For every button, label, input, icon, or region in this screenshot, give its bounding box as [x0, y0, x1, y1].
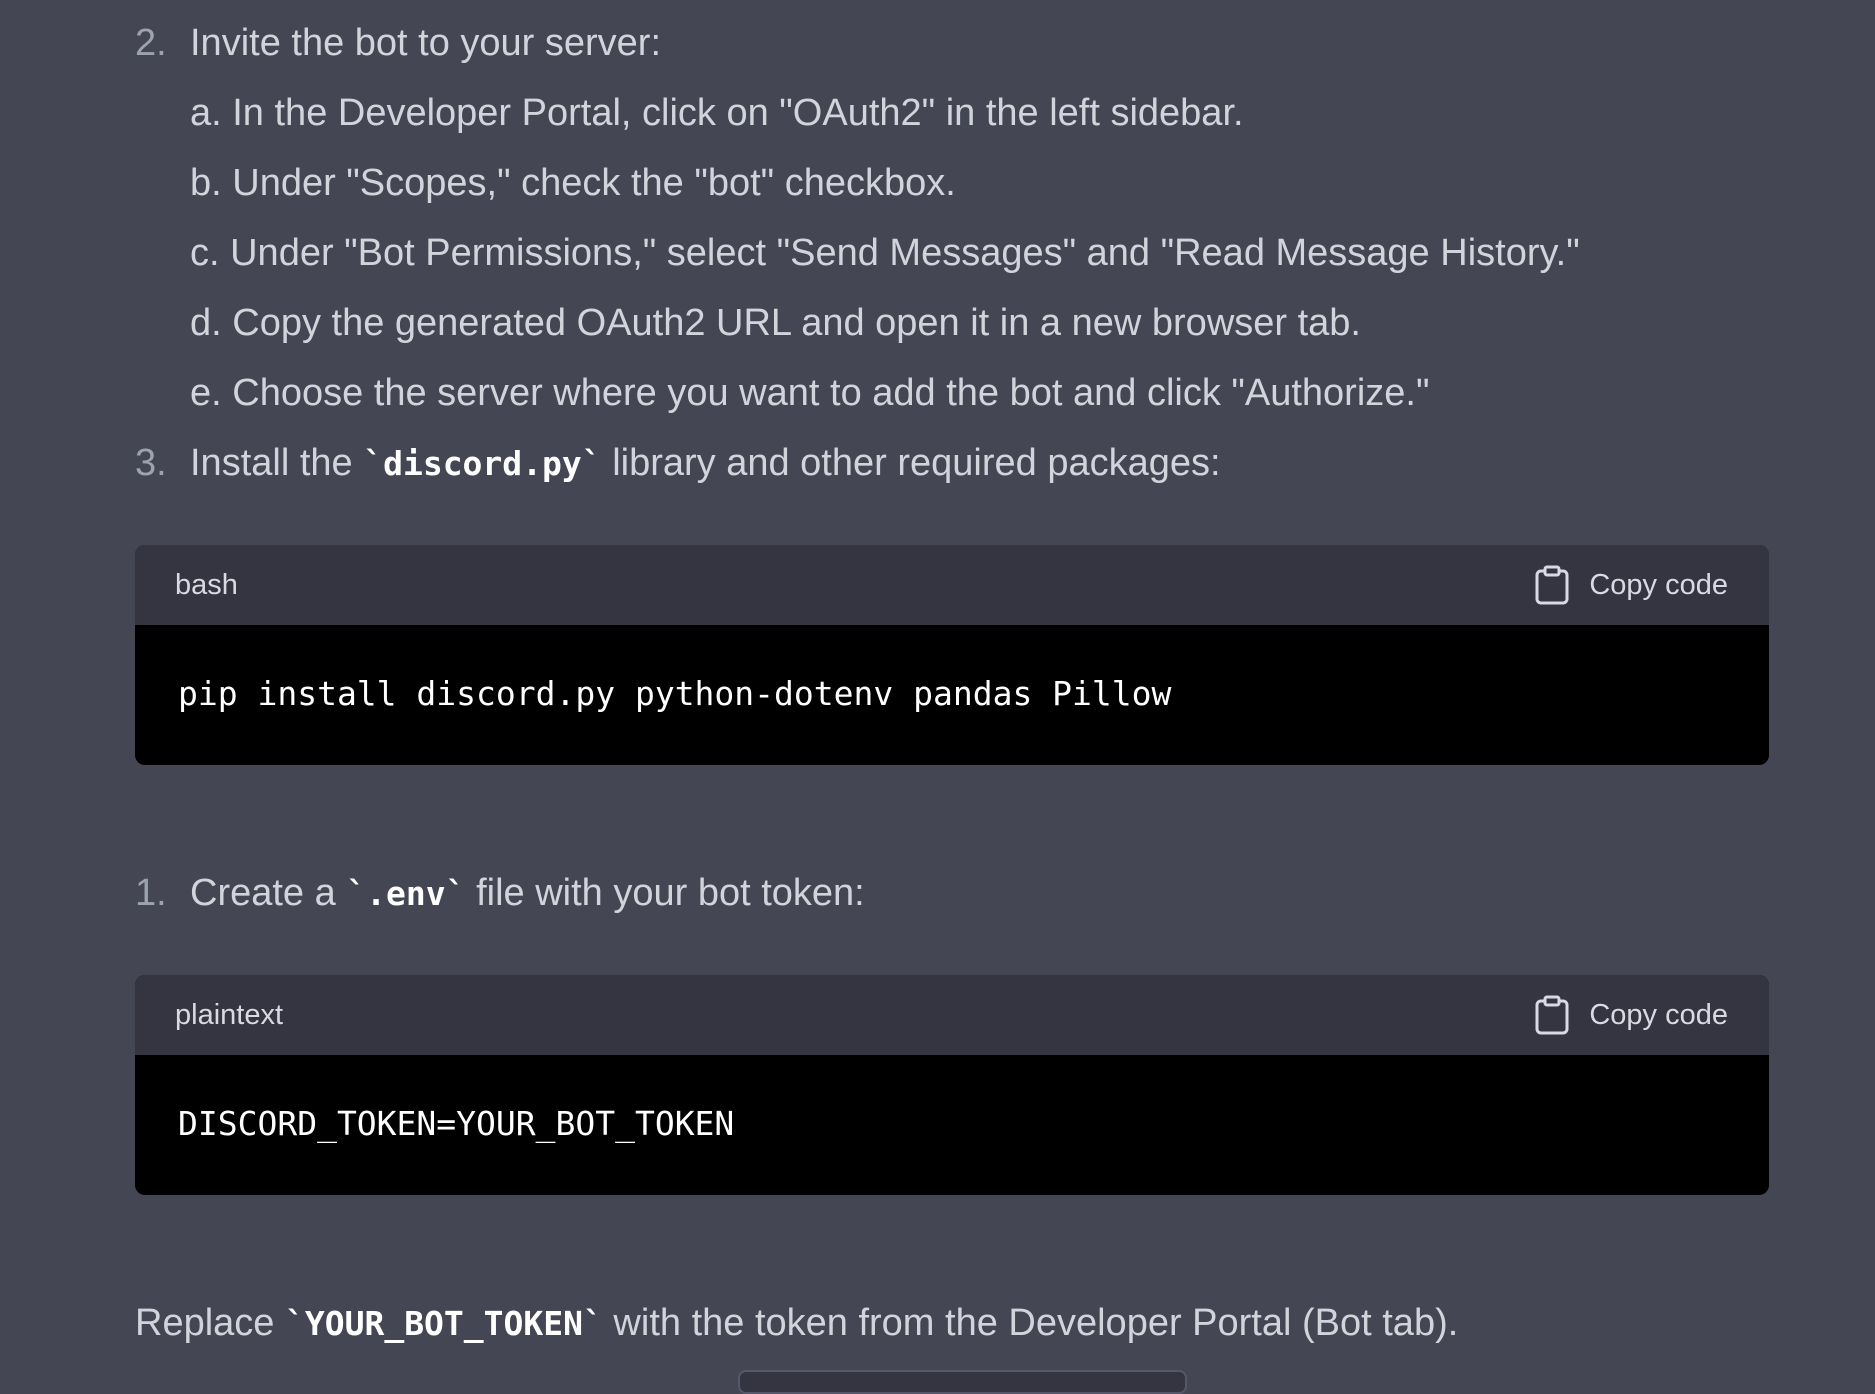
- code-block-body: DISCORD_TOKEN=YOUR_BOT_TOKEN: [135, 1055, 1769, 1195]
- replace-token-note: Replace `YOUR_BOT_TOKEN` with the token …: [135, 1298, 1458, 1349]
- text-segment: library and other required packages:: [601, 442, 1221, 484]
- clipboard-icon: [1535, 565, 1569, 605]
- code-language-label: plaintext: [175, 999, 284, 1031]
- list-item-text: Create a `.env` file with your bot token…: [190, 868, 865, 919]
- sub-item-b: b. Under "Scopes," check the "bot" check…: [190, 162, 956, 204]
- copy-code-label: Copy code: [1589, 568, 1728, 601]
- copy-code-button[interactable]: Copy code: [1535, 995, 1728, 1035]
- sub-item-c: c. Under "Bot Permissions," select "Send…: [190, 232, 1580, 274]
- code-language-label: bash: [175, 569, 238, 601]
- text-segment: Install the: [190, 442, 364, 484]
- list-number: 1.: [135, 872, 167, 914]
- sub-item-a: a. In the Developer Portal, click on "OA…: [190, 92, 1244, 134]
- copy-code-button[interactable]: Copy code: [1535, 565, 1728, 605]
- list-number: 3.: [135, 442, 167, 484]
- sub-item-e: e. Choose the server where you want to a…: [190, 372, 1430, 414]
- code-block-plaintext: plaintext Copy code DISCORD_TOKEN=YOUR_B…: [135, 975, 1769, 1195]
- code-content: pip install discord.py python-dotenv pan…: [178, 674, 1172, 713]
- code-block-header: plaintext Copy code: [135, 975, 1769, 1055]
- text-segment: Create a: [190, 872, 347, 914]
- list-number: 2.: [135, 22, 167, 64]
- clipboard-icon: [1535, 995, 1569, 1035]
- code-block-header: bash Copy code: [135, 545, 1769, 625]
- inline-code: `YOUR_BOT_TOKEN`: [284, 1304, 603, 1343]
- regenerate-button-edge[interactable]: [738, 1370, 1187, 1394]
- text-segment: with the token from the Developer Portal…: [602, 1302, 1459, 1344]
- code-block-body: pip install discord.py python-dotenv pan…: [135, 625, 1769, 765]
- code-content: DISCORD_TOKEN=YOUR_BOT_TOKEN: [178, 1104, 735, 1143]
- code-block-bash: bash Copy code pip install discord.py py…: [135, 545, 1769, 765]
- text-segment: Replace: [135, 1302, 285, 1344]
- list-item-text: Invite the bot to your server:: [190, 22, 662, 64]
- list-item-text: Install the `discord.py` library and oth…: [190, 438, 1221, 489]
- sub-item-d: d. Copy the generated OAuth2 URL and ope…: [190, 302, 1361, 344]
- copy-code-label: Copy code: [1589, 998, 1728, 1031]
- text-segment: file with your bot token:: [465, 872, 865, 914]
- inline-code: `discord.py`: [363, 444, 602, 483]
- inline-code: `.env`: [346, 874, 466, 913]
